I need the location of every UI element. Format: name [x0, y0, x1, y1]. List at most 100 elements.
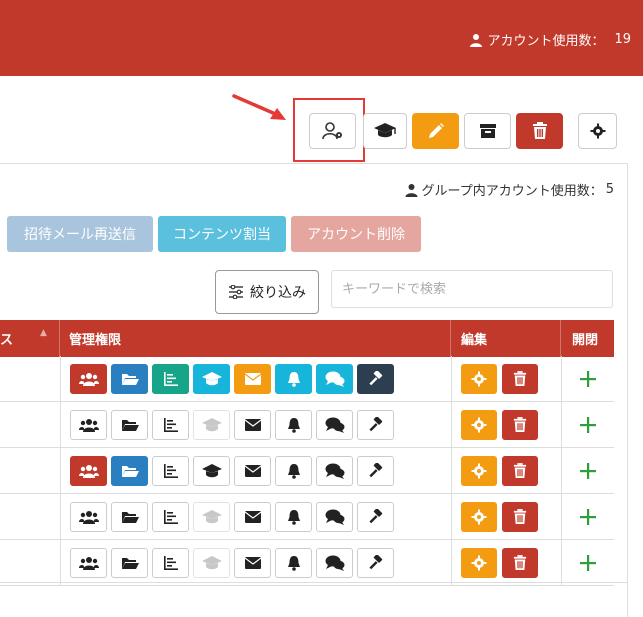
expand-row-button[interactable] — [577, 456, 599, 486]
column-divider — [60, 540, 61, 586]
gavel-icon — [368, 417, 384, 433]
row-delete-button[interactable] — [502, 456, 538, 486]
graduation-cap-icon — [201, 418, 222, 432]
bell-icon — [287, 371, 301, 387]
expand-row-button[interactable] — [577, 548, 599, 578]
trash-icon — [513, 463, 527, 479]
permission-toggle-bell[interactable] — [275, 364, 312, 394]
expand-row-button[interactable] — [577, 364, 599, 394]
delete-button[interactable] — [516, 113, 563, 149]
gavel-icon — [368, 371, 384, 387]
row-delete-button[interactable] — [502, 502, 538, 532]
permission-toggle-comments[interactable] — [316, 410, 353, 440]
expand-row-button[interactable] — [577, 502, 599, 532]
user-settings-button[interactable] — [309, 113, 356, 149]
permission-toggle-graduation-cap[interactable] — [193, 548, 230, 578]
course-button[interactable] — [363, 113, 407, 149]
permission-toggle-envelope[interactable] — [234, 548, 271, 578]
keyword-search-input[interactable] — [331, 270, 613, 308]
permission-toggle-folder-open[interactable] — [111, 410, 148, 440]
comments-icon — [325, 555, 345, 571]
permission-toggle-folder-open[interactable] — [111, 548, 148, 578]
column-header-status[interactable]: ス ▲ — [0, 320, 60, 357]
permission-toggle-envelope[interactable] — [234, 364, 271, 394]
column-divider — [451, 402, 452, 448]
permission-toggle-gavel[interactable] — [357, 548, 394, 578]
trash-icon — [532, 122, 547, 139]
permission-toggle-folder-open[interactable] — [111, 364, 148, 394]
permission-toggle-comments[interactable] — [316, 364, 353, 394]
row-delete-button[interactable] — [502, 364, 538, 394]
permission-toggle-envelope[interactable] — [234, 410, 271, 440]
permission-toggle-chart[interactable] — [152, 502, 189, 532]
permission-toggle-chart[interactable] — [152, 456, 189, 486]
settings-button[interactable] — [578, 113, 617, 149]
permission-toggle-gavel[interactable] — [357, 364, 394, 394]
permission-toggle-graduation-cap[interactable] — [193, 502, 230, 532]
assign-content-button[interactable]: コンテンツ割当 — [158, 216, 286, 252]
gavel-icon — [368, 509, 384, 525]
gavel-icon — [368, 555, 384, 571]
archive-button[interactable] — [464, 113, 511, 149]
expand-row-button[interactable] — [577, 410, 599, 440]
permission-toggle-users[interactable] — [70, 502, 107, 532]
permission-toggle-comments[interactable] — [316, 548, 353, 578]
panel-border — [627, 163, 628, 617]
permission-toggle-folder-open[interactable] — [111, 502, 148, 532]
permission-toggle-bell[interactable] — [275, 548, 312, 578]
permission-toggle-comments[interactable] — [316, 456, 353, 486]
row-delete-button[interactable] — [502, 410, 538, 440]
row-settings-button[interactable] — [461, 410, 497, 440]
trash-icon — [513, 509, 527, 525]
filter-button[interactable]: 絞り込み — [215, 270, 319, 314]
permission-toggle-users[interactable] — [70, 456, 107, 486]
permission-toggle-graduation-cap[interactable] — [193, 456, 230, 486]
graduation-cap-icon — [374, 123, 396, 138]
graduation-cap-icon — [201, 556, 222, 570]
users-icon — [78, 510, 99, 524]
permission-toggle-envelope[interactable] — [234, 502, 271, 532]
permission-toggle-graduation-cap[interactable] — [193, 410, 230, 440]
permission-toggle-users[interactable] — [70, 410, 107, 440]
permission-toggle-bell[interactable] — [275, 410, 312, 440]
permission-toggle-envelope[interactable] — [234, 456, 271, 486]
users-icon — [78, 464, 99, 478]
column-divider — [451, 494, 452, 540]
trash-icon — [513, 371, 527, 387]
comments-icon — [325, 463, 345, 479]
comments-icon — [325, 509, 345, 525]
permission-toggle-comments[interactable] — [316, 502, 353, 532]
folder-open-icon — [121, 418, 139, 432]
delete-account-button[interactable]: アカウント削除 — [291, 216, 421, 252]
permission-toggle-bell[interactable] — [275, 456, 312, 486]
permission-toggle-gavel[interactable] — [357, 410, 394, 440]
permission-toggle-folder-open[interactable] — [111, 456, 148, 486]
group-account-usage: グループ内アカウント使用数： 5 — [405, 180, 614, 199]
permission-toggle-users[interactable] — [70, 548, 107, 578]
edit-button[interactable] — [412, 113, 459, 149]
permission-toggle-gavel[interactable] — [357, 502, 394, 532]
row-settings-button[interactable] — [461, 364, 497, 394]
row-settings-button[interactable] — [461, 502, 497, 532]
gear-icon — [471, 371, 487, 387]
sort-asc-icon: ▲ — [40, 328, 47, 338]
gear-icon — [590, 123, 605, 139]
envelope-icon — [244, 373, 261, 385]
row-delete-button[interactable] — [502, 548, 538, 578]
table-header: ス ▲ 管理権限 編集 開閉 — [0, 320, 614, 357]
resend-invite-button[interactable]: 招待メール再送信 — [7, 216, 153, 252]
permission-toggle-chart[interactable] — [152, 364, 189, 394]
folder-open-icon — [121, 372, 139, 386]
bell-icon — [287, 463, 301, 479]
gear-icon — [471, 417, 487, 433]
column-divider — [60, 448, 61, 494]
row-settings-button[interactable] — [461, 456, 497, 486]
permission-toggle-chart[interactable] — [152, 410, 189, 440]
permission-toggle-bell[interactable] — [275, 502, 312, 532]
permission-toggle-graduation-cap[interactable] — [193, 364, 230, 394]
row-settings-button[interactable] — [461, 548, 497, 578]
permission-toggle-chart[interactable] — [152, 548, 189, 578]
permission-toggle-users[interactable] — [70, 364, 107, 394]
permission-toggle-gavel[interactable] — [357, 456, 394, 486]
chart-icon — [163, 510, 179, 524]
